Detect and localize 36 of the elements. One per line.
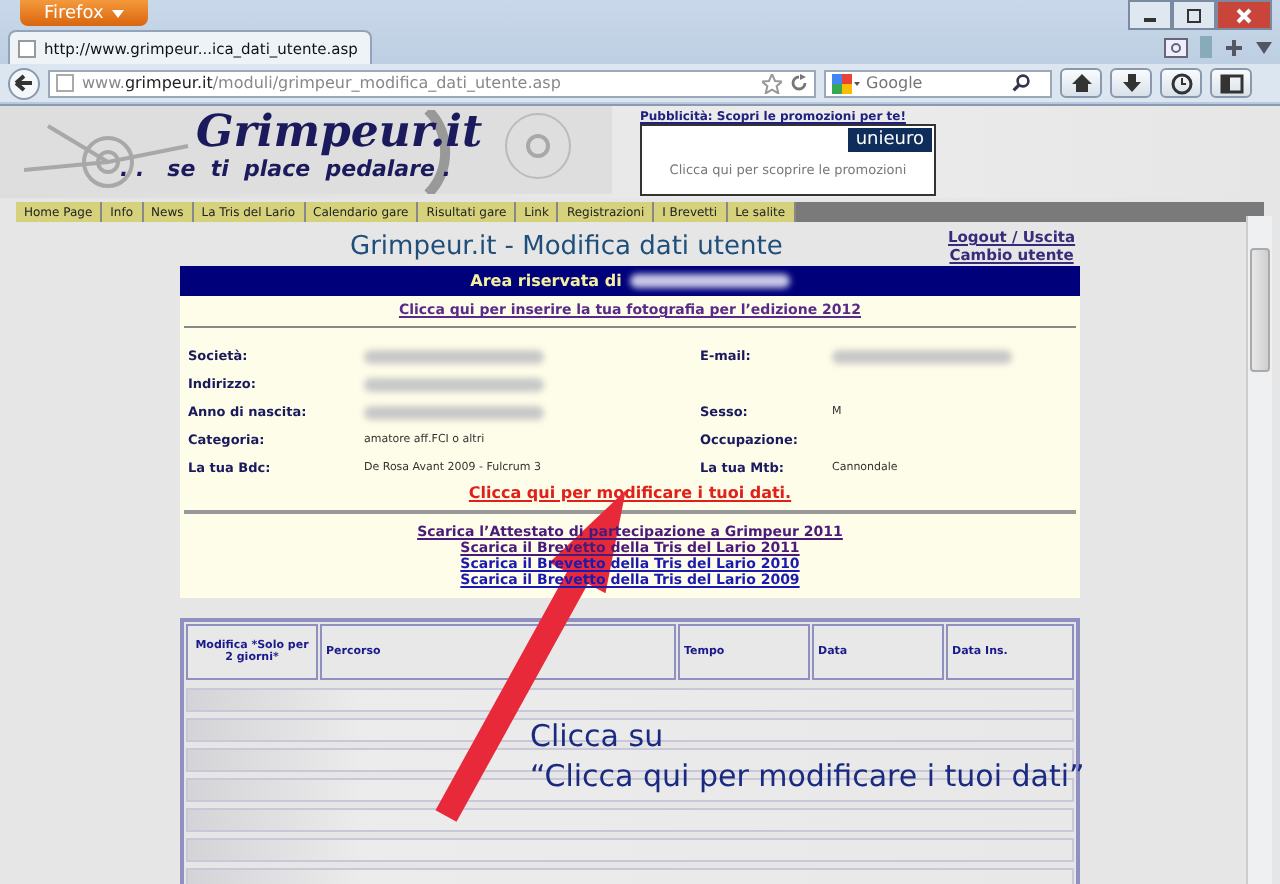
page-title: Grimpeur.it - Modifica dati utente <box>350 232 783 262</box>
search-engine-icon[interactable] <box>832 73 860 93</box>
site-tagline: . . se ti place pedalare . <box>120 156 451 182</box>
annotation-text: “Clicca qui per modificare i tuoi dati” <box>530 756 1085 796</box>
history-icon <box>1169 71 1193 95</box>
search-box[interactable]: Google <box>824 69 1052 97</box>
home-icon <box>1069 71 1093 95</box>
maximize-button[interactable] <box>1172 0 1216 30</box>
sidebar-button[interactable] <box>1210 68 1252 98</box>
caret-icon[interactable] <box>1256 41 1272 53</box>
home-button[interactable] <box>1060 68 1102 98</box>
back-arrow-icon <box>14 74 34 92</box>
minimize-button[interactable] <box>1128 0 1172 30</box>
page-icon <box>18 39 36 57</box>
site-logo: Grimpeur.it <box>196 106 483 158</box>
download-button[interactable] <box>1110 68 1152 98</box>
page-icon <box>56 74 74 92</box>
edit-data-link[interactable]: Clicca qui per modificare i tuoi dati. <box>468 484 792 502</box>
annotation-text: Clicca su <box>530 716 664 756</box>
reload-icon[interactable] <box>790 74 808 92</box>
groups-icon[interactable] <box>1164 37 1188 57</box>
panel-header-text: Area riservata di <box>470 272 622 290</box>
back-button[interactable] <box>8 67 40 99</box>
new-tab-icon[interactable] <box>1224 37 1244 57</box>
history-button[interactable] <box>1160 68 1202 98</box>
ad-brand-logo: unieuro <box>847 128 932 152</box>
close-button[interactable] <box>1216 0 1272 30</box>
close-icon <box>1236 7 1252 23</box>
scrollbar-thumb[interactable] <box>1250 248 1270 372</box>
caret-icon <box>111 9 124 17</box>
sidebar-icon <box>1219 71 1243 95</box>
search-icon[interactable] <box>1012 74 1030 92</box>
star-icon[interactable] <box>762 73 782 93</box>
download-icon <box>1119 71 1143 95</box>
maximize-icon <box>1186 7 1202 23</box>
address-field[interactable]: www.grimpeur.it/moduli/grimpeur_modifica_dati_utente.asp <box>48 69 816 97</box>
